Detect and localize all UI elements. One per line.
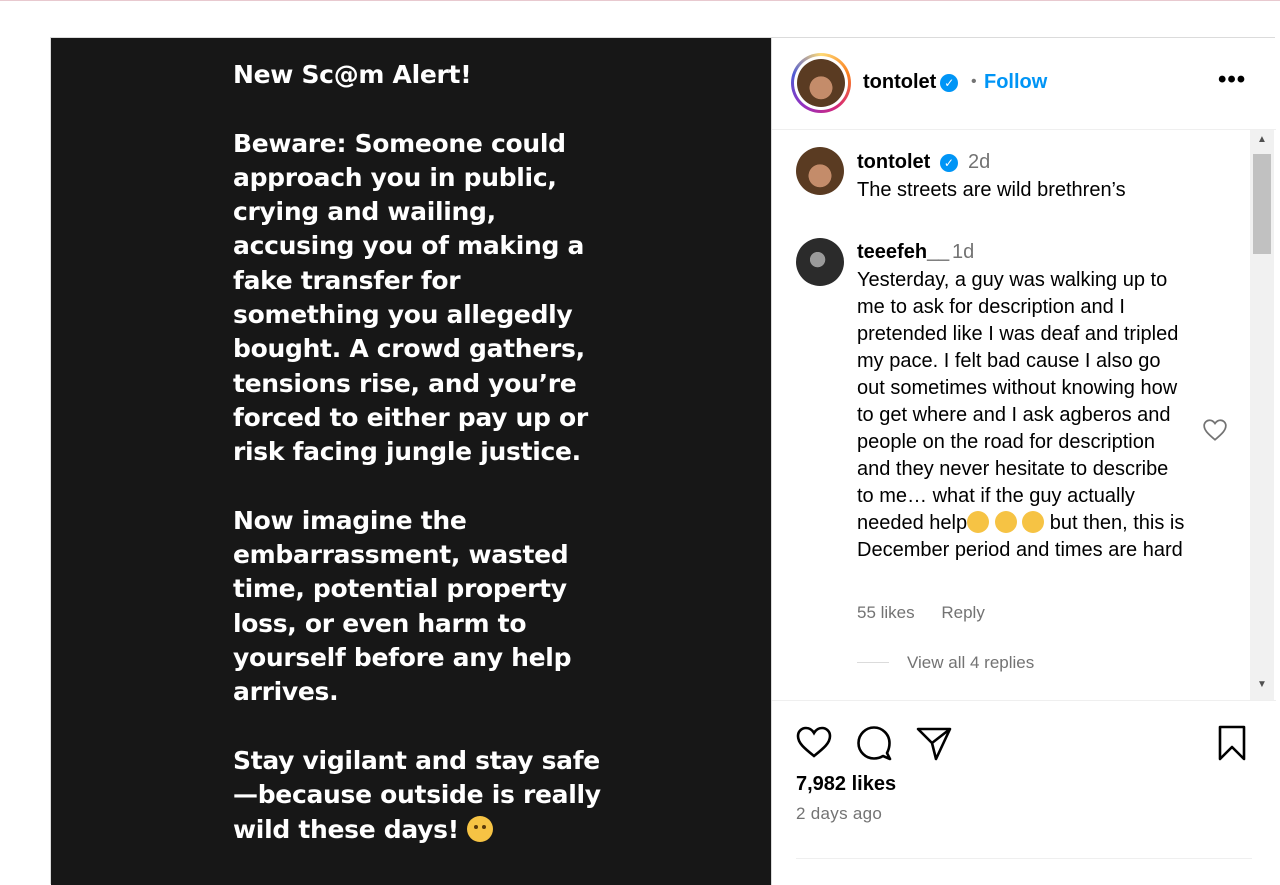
post-dialog: New Sc@m Alert! Beware: Someone could ap… xyxy=(50,37,1276,885)
sad-face-emoji-icon xyxy=(1022,511,1045,533)
comment-avatar[interactable] xyxy=(796,238,844,286)
like-heart-icon[interactable] xyxy=(794,723,834,763)
author-username[interactable]: tontolet ✓ xyxy=(863,71,959,94)
comment-text: The streets are wild brethren’s xyxy=(857,179,1126,201)
post-header: tontolet ✓ • Follow ••• xyxy=(772,38,1276,130)
media-text: New Sc@m Alert! Beware: Someone could ap… xyxy=(233,58,613,847)
comment-likes[interactable]: 55 likes xyxy=(857,603,915,622)
sad-face-emoji-icon xyxy=(994,511,1017,533)
sad-face-emoji-icon xyxy=(967,511,990,533)
verified-badge-icon: ✓ xyxy=(940,74,959,92)
header-separator: • xyxy=(971,73,977,90)
comment-meta: 55 likes Reply xyxy=(857,603,1007,623)
post-sidebar: tontolet ✓ • Follow ••• tontolet ✓ 2d The… xyxy=(771,38,1276,885)
comment-avatar[interactable] xyxy=(796,147,844,195)
media-heading: New Sc@m Alert! xyxy=(233,60,472,89)
media-paragraph-1: Beware: Someone could approach you in pu… xyxy=(233,128,588,467)
media-closing-text: Stay vigilant and stay safe—because outs… xyxy=(233,745,601,844)
post-like-count[interactable]: 7,982 likes xyxy=(796,773,896,796)
more-options-icon[interactable]: ••• xyxy=(1218,66,1246,94)
comment-text-part-1: Yesterday, a guy was walking up to me to… xyxy=(857,269,1179,534)
comment-username[interactable]: tontolet ✓ xyxy=(857,151,958,174)
scroll-up-arrow-icon[interactable]: ▲ xyxy=(1257,134,1267,145)
divider xyxy=(796,858,1252,859)
comment-time: 1d xyxy=(952,241,975,263)
verified-badge-icon: ✓ xyxy=(939,154,958,172)
comment-like-heart-icon[interactable] xyxy=(1202,418,1228,442)
woozy-face-emoji-icon xyxy=(467,815,494,842)
author-username-text[interactable]: tontolet xyxy=(863,71,936,93)
save-bookmark-icon[interactable] xyxy=(1212,723,1252,763)
share-send-icon[interactable] xyxy=(914,723,954,763)
media-closing: Stay vigilant and stay safe—because outs… xyxy=(233,744,613,847)
top-border xyxy=(0,0,1280,1)
comment-username[interactable]: teeefeh__ xyxy=(857,241,949,264)
reply-button[interactable]: Reply xyxy=(941,603,984,622)
media-paragraph-2: Now imagine the embarrassment, wasted ti… xyxy=(233,505,572,707)
comment-time: 2d xyxy=(968,151,991,173)
follow-button[interactable]: Follow xyxy=(984,71,1047,94)
avatar-image xyxy=(797,59,845,107)
author-avatar[interactable] xyxy=(791,53,851,113)
scroll-down-arrow-icon[interactable]: ▼ xyxy=(1257,679,1267,690)
post-actions: 7,982 likes 2 days ago xyxy=(772,701,1276,885)
comment-username-text[interactable]: tontolet xyxy=(857,151,930,173)
comments-list[interactable]: tontolet ✓ 2d The streets are wild breth… xyxy=(772,130,1276,701)
view-replies-button[interactable]: View all 4 replies xyxy=(857,653,1034,673)
comment-text: Yesterday, a guy was walking up to me to… xyxy=(857,267,1187,564)
post-timestamp[interactable]: 2 days ago xyxy=(796,804,882,824)
scrollbar-thumb[interactable] xyxy=(1253,154,1271,254)
post-media: New Sc@m Alert! Beware: Someone could ap… xyxy=(51,38,771,885)
comment-bubble-icon[interactable] xyxy=(854,723,894,763)
